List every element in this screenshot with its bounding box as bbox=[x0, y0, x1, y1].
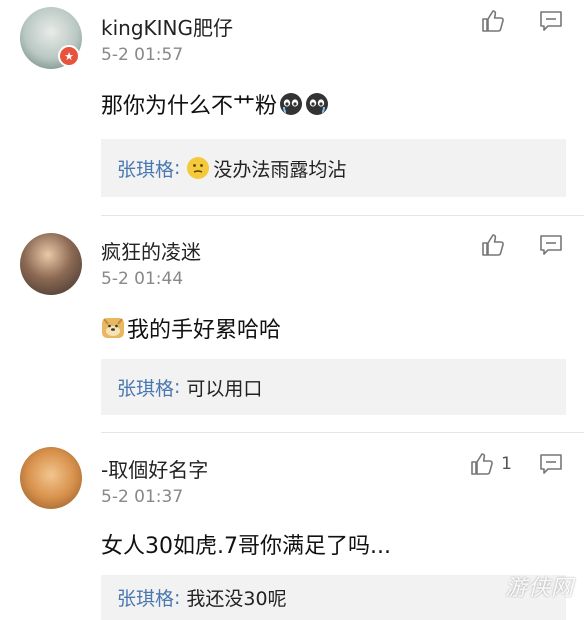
comment-item: -取個好名字 5-2 01:37 1 女人30如虎.7哥你满足了吗... 张琪格… bbox=[0, 433, 584, 620]
thumbs-up-icon[interactable] bbox=[480, 8, 506, 34]
comment-actions: 1 bbox=[469, 451, 564, 477]
comment-icon[interactable] bbox=[538, 232, 564, 258]
username[interactable]: kingKING肥仔 bbox=[101, 12, 233, 41]
reply-author[interactable]: 张琪格 bbox=[117, 584, 174, 611]
comment-icon[interactable] bbox=[538, 8, 564, 34]
comment-item: ★ kingKING肥仔 5-2 01:57 那你为什么不艹粉 张琪格 : 没办… bbox=[0, 0, 584, 215]
timestamp: 5-2 01:37 bbox=[101, 487, 184, 507]
reply-text: 我还没30呢 bbox=[186, 584, 286, 611]
comment-actions bbox=[480, 232, 564, 258]
verified-badge-icon: ★ bbox=[58, 45, 80, 67]
comment-text-content: 我的手好累哈哈 bbox=[127, 318, 282, 343]
comment-text: 女人30如虎.7哥你满足了吗... bbox=[101, 528, 391, 560]
comment-item: 疯狂的凌迷 5-2 01:44 我的手好累哈哈 张琪格 : 可以用口 bbox=[0, 216, 584, 432]
reply-text: 没办法雨露均沾 bbox=[186, 155, 346, 182]
reply-separator: : bbox=[174, 157, 181, 179]
reply-text-content: 没办法雨露均沾 bbox=[213, 158, 347, 181]
reply-separator: : bbox=[174, 586, 181, 609]
doge-emoji-icon bbox=[101, 316, 125, 340]
comment-icon[interactable] bbox=[538, 451, 564, 477]
reply-box[interactable]: 张琪格 : 我还没30呢 bbox=[101, 575, 566, 620]
avatar[interactable] bbox=[20, 447, 82, 509]
watermark: 游侠网 bbox=[504, 576, 574, 601]
reply-box[interactable]: 张琪格 : 可以用口 bbox=[101, 359, 566, 415]
reply-author[interactable]: 张琪格 bbox=[117, 374, 174, 401]
timestamp: 5-2 01:57 bbox=[101, 45, 184, 65]
reply-box[interactable]: 张琪格 : 没办法雨露均沾 bbox=[101, 139, 566, 197]
crying-face-emoji-icon bbox=[279, 92, 303, 116]
thinking-face-emoji-icon bbox=[186, 156, 210, 180]
comment-text-content: 女人30如虎.7哥你满足了吗... bbox=[101, 534, 391, 559]
comment-text-content: 那你为什么不艹粉 bbox=[101, 94, 278, 119]
comment-text: 那你为什么不艹粉 bbox=[101, 88, 329, 120]
crying-face-emoji-icon bbox=[305, 92, 329, 116]
thumbs-up-icon[interactable] bbox=[480, 232, 506, 258]
comment-actions bbox=[480, 8, 564, 34]
thumbs-up-icon[interactable] bbox=[469, 451, 495, 477]
timestamp: 5-2 01:44 bbox=[101, 269, 184, 289]
reply-text-content: 我还没30呢 bbox=[186, 588, 287, 610]
username[interactable]: 疯狂的凌迷 bbox=[101, 236, 201, 265]
reply-author[interactable]: 张琪格 bbox=[117, 155, 174, 182]
reply-separator: : bbox=[174, 376, 181, 398]
reply-text: 可以用口 bbox=[186, 374, 262, 401]
reply-text-content: 可以用口 bbox=[186, 377, 263, 400]
comment-text: 我的手好累哈哈 bbox=[101, 312, 281, 344]
like-count: 1 bbox=[501, 454, 512, 474]
avatar[interactable] bbox=[20, 233, 82, 295]
username[interactable]: -取個好名字 bbox=[101, 454, 208, 483]
